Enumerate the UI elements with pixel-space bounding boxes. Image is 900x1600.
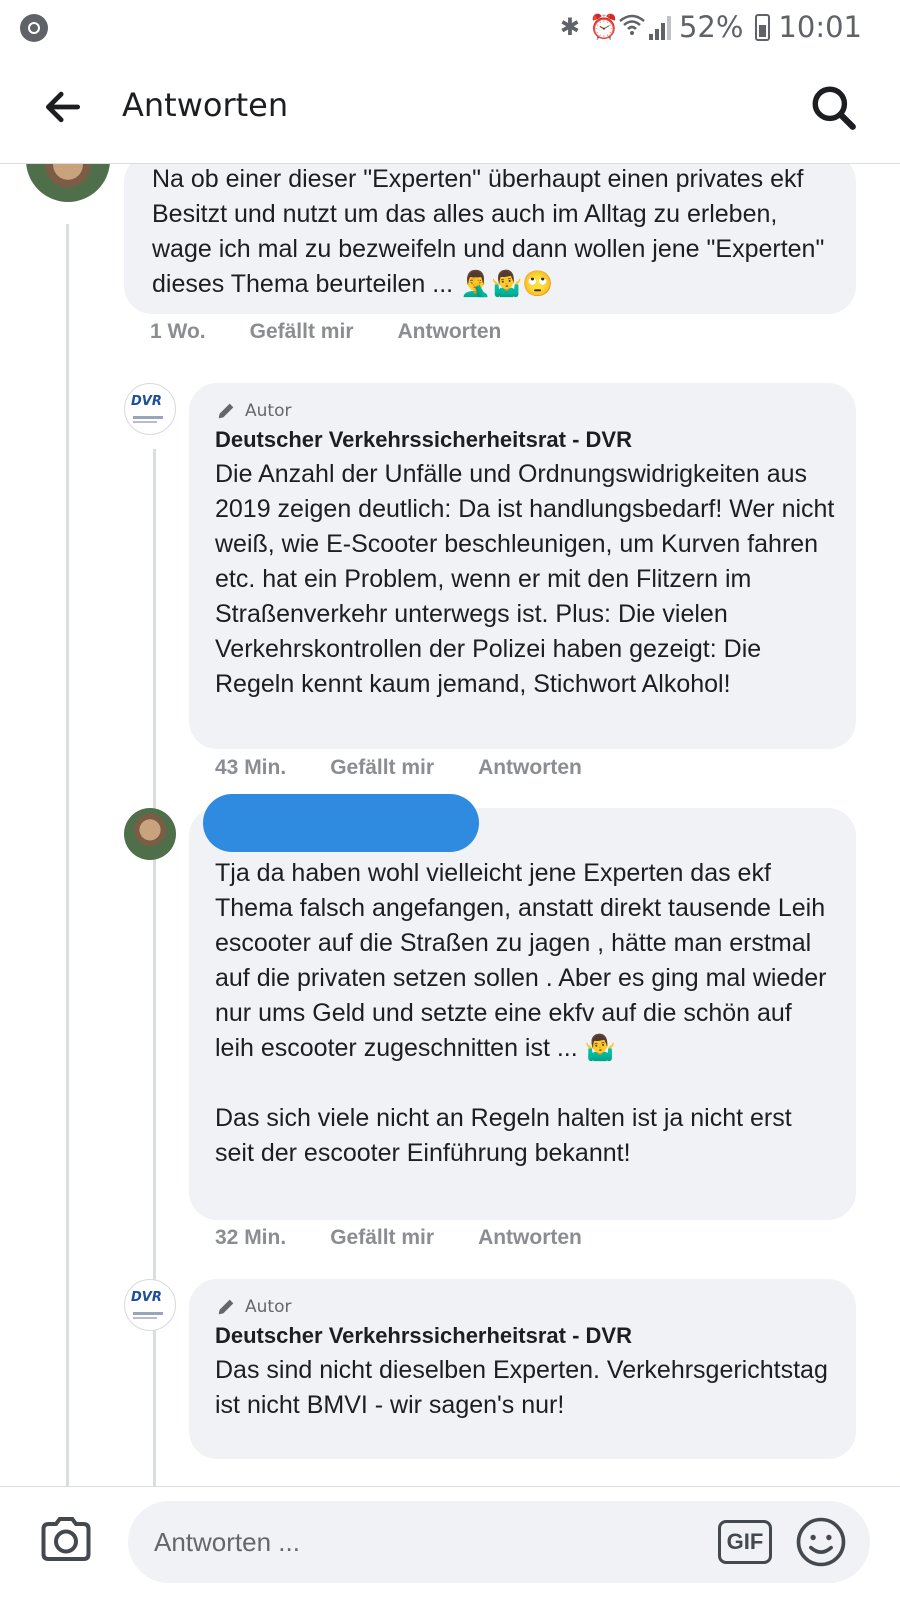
author-name[interactable]: Deutscher Verkehrssicherheitsrat - DVR xyxy=(215,1319,835,1353)
comment-bubble: Autor Deutscher Verkehrssicherheitsrat -… xyxy=(189,1279,856,1459)
reply-input-box[interactable]: GIF xyxy=(128,1501,870,1583)
reply-composer: GIF xyxy=(0,1486,900,1600)
comment-text: Na ob einer dieser "Experten" überhaupt … xyxy=(152,165,832,298)
redacted-name xyxy=(203,794,479,852)
bluetooth-icon: ✱ xyxy=(559,13,580,41)
search-button[interactable] xyxy=(804,78,864,138)
like-button[interactable]: Gefällt mir xyxy=(330,756,434,780)
comment-bubble: Autor Deutscher Verkehrssicherheitsrat -… xyxy=(189,383,856,749)
dvr-avatar[interactable]: DVR xyxy=(124,1279,176,1331)
wifi-icon xyxy=(619,13,645,41)
author-badge-label: Autor xyxy=(245,1297,292,1317)
emoji-icon xyxy=(796,1517,846,1567)
pencil-icon xyxy=(218,1299,234,1315)
comment-text: Tja da haben wohl vielleicht jene Expert… xyxy=(215,859,827,1167)
thread-line xyxy=(66,224,69,1486)
comment-thread[interactable]: Na ob einer dieser "Experten" überhaupt … xyxy=(0,164,900,1486)
avatar[interactable] xyxy=(124,808,176,860)
logo-line xyxy=(133,1317,157,1319)
reply-input[interactable] xyxy=(154,1519,674,1565)
status-icons: ✱ ⏰ 52% 10:01 xyxy=(559,10,862,44)
logo-line xyxy=(133,1312,163,1315)
avatar[interactable] xyxy=(26,164,110,202)
logo-line xyxy=(133,416,163,419)
back-button[interactable] xyxy=(36,80,90,134)
author-badge-label: Autor xyxy=(245,401,292,421)
comment-bubble: Tja da haben wohl vielleicht jene Expert… xyxy=(189,794,856,1220)
dvr-logo: DVR xyxy=(131,394,162,409)
camera-button[interactable] xyxy=(36,1509,100,1573)
signal-icon xyxy=(648,14,671,40)
status-bar: ✱ ⏰ 52% 10:01 xyxy=(0,0,900,54)
comment-bubble: Na ob einer dieser "Experten" überhaupt … xyxy=(124,164,856,314)
app-icon xyxy=(20,14,48,42)
comment-time[interactable]: 1 Wo. xyxy=(150,320,206,344)
search-icon xyxy=(812,86,856,130)
app-bar: Antworten xyxy=(0,54,900,164)
page-title: Antworten xyxy=(122,86,289,124)
comment-time[interactable]: 43 Min. xyxy=(215,756,286,780)
battery-icon xyxy=(755,13,771,41)
comment-text: Die Anzahl der Unfälle und Ordnungswidri… xyxy=(215,460,842,698)
author-name[interactable]: Deutscher Verkehrssicherheitsrat - DVR xyxy=(215,423,835,457)
alarm-icon: ⏰ xyxy=(588,13,619,41)
emoji-button[interactable] xyxy=(794,1515,848,1569)
reply-button[interactable]: Antworten xyxy=(478,1226,582,1250)
dvr-logo: DVR xyxy=(131,1290,162,1305)
dvr-avatar[interactable]: DVR xyxy=(124,383,176,435)
gif-button[interactable]: GIF xyxy=(718,1520,772,1564)
comment-text: Das sind nicht dieselben Experten. Verke… xyxy=(215,1356,835,1419)
comment-meta: 1 Wo. Gefällt mir Antworten xyxy=(150,320,501,344)
comment-time[interactable]: 32 Min. xyxy=(215,1226,286,1250)
comment-meta: 43 Min. Gefällt mir Antworten xyxy=(215,756,582,780)
author-badge: Autor xyxy=(215,1295,835,1319)
pencil-icon xyxy=(218,403,234,419)
back-arrow-icon xyxy=(45,91,81,123)
author-badge: Autor xyxy=(215,399,835,423)
reply-button[interactable]: Antworten xyxy=(478,756,582,780)
reply-button[interactable]: Antworten xyxy=(398,320,502,344)
logo-line xyxy=(133,421,157,423)
like-button[interactable]: Gefällt mir xyxy=(250,320,354,344)
battery-percent: 52% xyxy=(678,10,744,44)
like-button[interactable]: Gefällt mir xyxy=(330,1226,434,1250)
comment-meta: 32 Min. Gefällt mir Antworten xyxy=(215,1226,582,1250)
camera-icon xyxy=(41,1517,91,1561)
clock: 10:01 xyxy=(778,10,862,44)
